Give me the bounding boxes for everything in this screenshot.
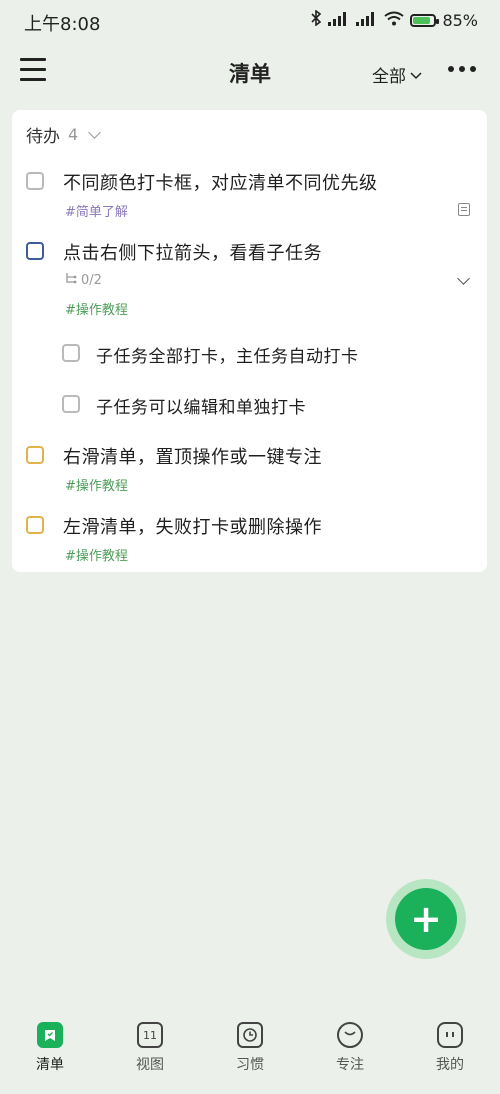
subtask-count: 0/2 bbox=[65, 272, 102, 288]
task-checkbox[interactable] bbox=[26, 516, 44, 534]
nav-label: 清单 bbox=[36, 1057, 64, 1073]
section-label: 待办 bbox=[26, 127, 60, 147]
status-icons: 85% bbox=[310, 9, 478, 30]
subtask-checkbox[interactable] bbox=[62, 344, 80, 362]
more-options-icon[interactable] bbox=[448, 66, 476, 72]
filter-label: 全部 bbox=[372, 67, 406, 87]
nav-label: 专注 bbox=[336, 1057, 364, 1073]
task-title[interactable]: 右滑清单，置顶操作或一键专注 bbox=[63, 443, 322, 469]
chevron-down-icon bbox=[88, 126, 102, 139]
calendar-day: 11 bbox=[143, 1028, 157, 1042]
task-tag[interactable]: #操作教程 bbox=[65, 545, 128, 564]
clock-icon bbox=[237, 1022, 263, 1048]
page-title: 清单 bbox=[229, 62, 271, 86]
task-checkbox[interactable] bbox=[26, 446, 44, 464]
battery-fill bbox=[413, 16, 431, 24]
signal-icon bbox=[356, 11, 378, 30]
bottom-nav: 清单 11 视图 习惯 专注 我的 bbox=[0, 1022, 500, 1094]
section-header-todo[interactable]: 待办 4 bbox=[26, 122, 102, 147]
task-tag[interactable]: #操作教程 bbox=[65, 475, 128, 494]
note-icon bbox=[458, 203, 470, 216]
task-tag[interactable]: #简单了解 bbox=[65, 201, 128, 220]
wifi-icon bbox=[384, 11, 405, 30]
nav-item-me[interactable]: 我的 bbox=[410, 1022, 490, 1094]
nav-label: 我的 bbox=[436, 1057, 464, 1073]
nav-item-habit[interactable]: 习惯 bbox=[210, 1022, 290, 1094]
signal-icon bbox=[328, 11, 350, 30]
task-tag[interactable]: #操作教程 bbox=[65, 299, 128, 318]
subtask-title[interactable]: 子任务可以编辑和单独打卡 bbox=[96, 393, 306, 418]
list-icon bbox=[37, 1022, 63, 1048]
status-time: 上午8:08 bbox=[24, 14, 101, 35]
subtask-checkbox[interactable] bbox=[62, 395, 80, 413]
add-task-button[interactable]: + bbox=[395, 888, 457, 950]
task-title[interactable]: 左滑清单，失败打卡或删除操作 bbox=[63, 513, 322, 539]
task-checkbox[interactable] bbox=[26, 242, 44, 260]
nav-item-focus[interactable]: 专注 bbox=[310, 1022, 390, 1094]
subtask-count-text: 0/2 bbox=[81, 272, 102, 288]
chevron-down-icon bbox=[410, 65, 422, 85]
nav-item-view[interactable]: 11 视图 bbox=[110, 1022, 190, 1094]
tomato-icon bbox=[337, 1022, 363, 1048]
nav-item-list[interactable]: 清单 bbox=[10, 1022, 90, 1094]
calendar-icon: 11 bbox=[137, 1022, 163, 1048]
filter-dropdown[interactable]: 全部 bbox=[372, 62, 422, 87]
task-title[interactable]: 点击右侧下拉箭头，看看子任务 bbox=[63, 239, 322, 265]
task-checkbox[interactable] bbox=[26, 172, 44, 190]
subtask-icon bbox=[65, 272, 77, 288]
nav-label: 视图 bbox=[136, 1057, 164, 1073]
bluetooth-icon bbox=[310, 9, 322, 30]
subtask-title[interactable]: 子任务全部打卡，主任务自动打卡 bbox=[96, 342, 359, 367]
battery-icon bbox=[410, 13, 440, 27]
task-title[interactable]: 不同颜色打卡框，对应清单不同优先级 bbox=[63, 169, 378, 195]
nav-label: 习惯 bbox=[236, 1057, 264, 1073]
battery-percent: 85% bbox=[442, 10, 478, 30]
section-count: 4 bbox=[68, 125, 79, 144]
profile-icon bbox=[437, 1022, 463, 1048]
